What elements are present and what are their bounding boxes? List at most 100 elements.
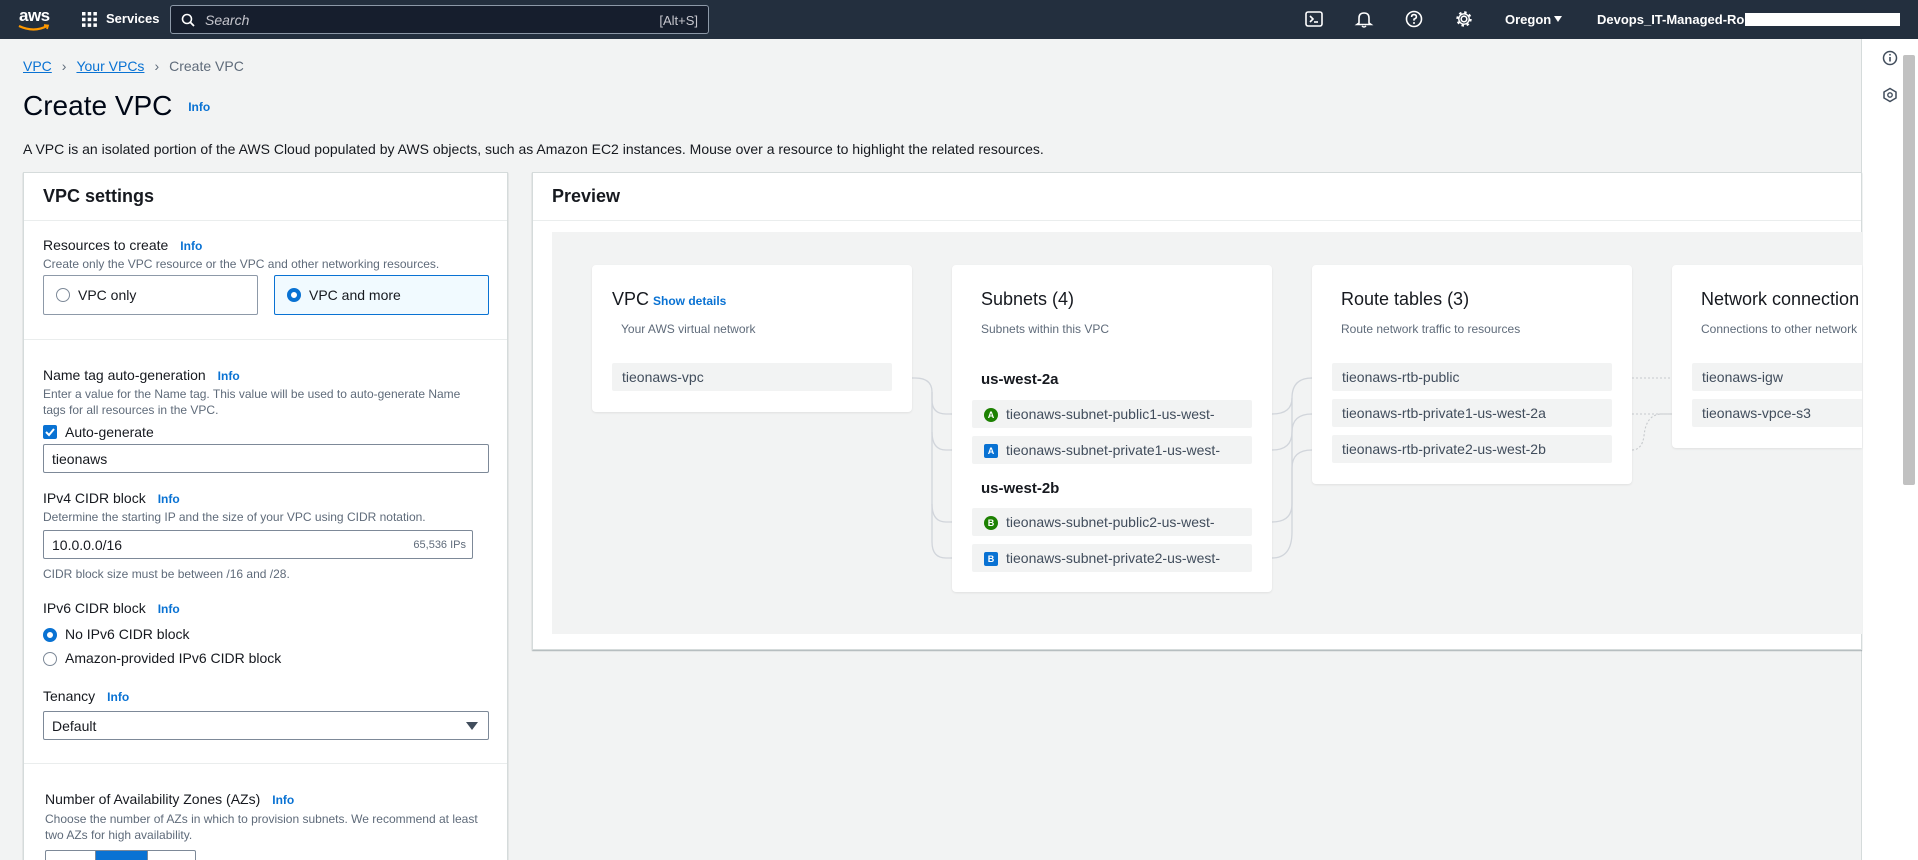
region-selector[interactable]: Oregon bbox=[1505, 11, 1565, 29]
ipv4-info-link[interactable]: Info bbox=[158, 492, 180, 506]
gear-icon[interactable] bbox=[1454, 9, 1474, 29]
az-heading: us-west-2a bbox=[981, 371, 1059, 388]
top-navigation: aws Services Search [Alt+S] Oregon Devop… bbox=[0, 0, 1918, 39]
route-table-item[interactable]: tieonaws-rtb-private1-us-west-2a bbox=[1332, 399, 1612, 427]
chevron-right-icon: › bbox=[154, 58, 160, 74]
subnet-badge: A bbox=[984, 408, 998, 422]
tenancy-value: Default bbox=[52, 718, 97, 734]
subnet-item[interactable]: Atieonaws-subnet-private1-us-west- bbox=[972, 436, 1252, 464]
breadcrumb-vpc[interactable]: VPC bbox=[23, 58, 52, 74]
azs-segment-3[interactable] bbox=[147, 851, 195, 860]
caret-down-icon bbox=[466, 722, 478, 730]
subnet-name: tieonaws-subnet-private2-us-west- bbox=[1006, 550, 1220, 566]
services-menu[interactable]: Services bbox=[82, 10, 160, 30]
show-details-link[interactable]: Show details bbox=[653, 294, 726, 308]
subnet-badge: A bbox=[984, 444, 998, 458]
vpc-card-subtitle: Your AWS virtual network bbox=[621, 322, 756, 336]
ipv6-label: IPv6 CIDR block bbox=[43, 600, 146, 616]
subnets-card: Subnets (4) Subnets within this VPC us-w… bbox=[952, 265, 1272, 592]
subnets-card-title: Subnets (4) bbox=[981, 289, 1075, 309]
name-tag-hint-2: tags for all resources in the VPC. bbox=[43, 403, 219, 417]
name-tag-input[interactable]: tieonaws bbox=[43, 444, 489, 473]
page-title-row: Create VPC Info bbox=[23, 90, 210, 122]
vpc-item[interactable]: tieonaws-vpc bbox=[612, 363, 892, 391]
route-tables-card-subtitle: Route network traffic to resources bbox=[1341, 322, 1521, 336]
vpc-card: VPC Show details Your AWS virtual networ… bbox=[592, 265, 912, 412]
services-label: Services bbox=[106, 11, 160, 26]
grid-icon bbox=[82, 12, 97, 27]
breadcrumb-your-vpcs[interactable]: Your VPCs bbox=[76, 58, 144, 74]
amazon-ipv6-label: Amazon-provided IPv6 CIDR block bbox=[65, 650, 282, 666]
network-item[interactable]: tieonaws-vpce-s3 bbox=[1692, 399, 1862, 427]
ipv4-cidr-input[interactable]: 10.0.0.0/16 65,536 IPs bbox=[43, 530, 473, 559]
ipv4-constraint: CIDR block size must be between /16 and … bbox=[43, 567, 290, 581]
ipv6-label-row: IPv6 CIDR block Info bbox=[43, 600, 180, 616]
search-input[interactable]: Search [Alt+S] bbox=[170, 5, 709, 34]
resources-info-link[interactable]: Info bbox=[180, 239, 202, 253]
azs-segmented-control bbox=[45, 850, 196, 860]
vpc-and-more-option[interactable]: VPC and more bbox=[274, 275, 489, 315]
network-card-subtitle: Connections to other network bbox=[1701, 322, 1858, 336]
redacted-account bbox=[1745, 13, 1900, 26]
page-title: Create VPC bbox=[23, 90, 173, 121]
route-table-item[interactable]: tieonaws-rtb-private2-us-west-2b bbox=[1332, 435, 1612, 463]
chevron-right-icon: › bbox=[61, 58, 67, 74]
tenancy-select[interactable]: Default bbox=[43, 711, 489, 740]
subnet-name: tieonaws-subnet-private1-us-west- bbox=[1006, 442, 1220, 458]
info-circle-icon[interactable] bbox=[1882, 50, 1898, 66]
search-shortcut: [Alt+S] bbox=[659, 13, 698, 28]
subnet-name: tieonaws-subnet-public1-us-west- bbox=[1006, 406, 1215, 422]
subnet-item[interactable]: Btieonaws-subnet-private2-us-west- bbox=[972, 544, 1252, 572]
cloudshell-icon[interactable] bbox=[1304, 9, 1324, 29]
subnet-name: tieonaws-subnet-public2-us-west- bbox=[1006, 514, 1215, 530]
network-item[interactable]: tieonaws-igw bbox=[1692, 363, 1862, 391]
bell-icon[interactable] bbox=[1354, 9, 1374, 29]
amazon-ipv6-radio[interactable] bbox=[43, 652, 57, 666]
breadcrumb: VPC › Your VPCs › Create VPC bbox=[23, 58, 244, 74]
ipv4-label: IPv4 CIDR block bbox=[43, 490, 146, 506]
azs-hint-2: two AZs for high availability. bbox=[45, 828, 193, 842]
vpc-and-more-radio[interactable] bbox=[287, 288, 301, 302]
tenancy-label: Tenancy bbox=[43, 688, 96, 704]
subnet-item[interactable]: Atieonaws-subnet-public1-us-west- bbox=[972, 400, 1252, 428]
subnet-item[interactable]: Btieonaws-subnet-public2-us-west- bbox=[972, 508, 1252, 536]
tenancy-info-link[interactable]: Info bbox=[107, 690, 129, 704]
page-scrollbar[interactable] bbox=[1903, 55, 1915, 485]
hexagon-icon[interactable] bbox=[1882, 87, 1898, 103]
name-tag-label: Name tag auto-generation bbox=[43, 367, 206, 383]
vpc-and-more-label: VPC and more bbox=[309, 287, 401, 303]
network-connections-card: Network connection Connections to other … bbox=[1672, 265, 1862, 448]
preview-canvas: VPC Show details Your AWS virtual networ… bbox=[552, 232, 1862, 634]
route-tables-card: Route tables (3) Route network traffic t… bbox=[1312, 265, 1632, 484]
ipv6-info-link[interactable]: Info bbox=[158, 602, 180, 616]
ipv4-ip-count: 65,536 IPs bbox=[413, 539, 466, 551]
resources-label: Resources to create bbox=[43, 237, 169, 253]
auto-generate-checkbox[interactable] bbox=[43, 425, 57, 439]
no-ipv6-radio[interactable] bbox=[43, 628, 57, 642]
vpc-only-radio[interactable] bbox=[56, 288, 70, 302]
azs-segment-1[interactable] bbox=[46, 851, 96, 860]
azs-label: Number of Availability Zones (AZs) bbox=[45, 791, 261, 807]
azs-hint-1: Choose the number of AZs in which to pro… bbox=[45, 812, 478, 826]
divider bbox=[24, 763, 507, 764]
auto-generate-label: Auto-generate bbox=[65, 424, 154, 440]
search-placeholder: Search bbox=[205, 12, 250, 28]
vpc-only-option[interactable]: VPC only bbox=[43, 275, 258, 315]
vpc-settings-title: VPC settings bbox=[43, 186, 155, 206]
aws-logo[interactable]: aws bbox=[17, 6, 51, 32]
subnet-badge: B bbox=[984, 516, 998, 530]
page-info-link[interactable]: Info bbox=[188, 100, 210, 114]
search-icon bbox=[181, 13, 195, 27]
subnets-card-subtitle: Subnets within this VPC bbox=[981, 322, 1110, 336]
azs-info-link[interactable]: Info bbox=[272, 793, 294, 807]
ipv4-label-row: IPv4 CIDR block Info bbox=[43, 490, 180, 506]
name-tag-info-link[interactable]: Info bbox=[218, 369, 240, 383]
azs-segment-2[interactable] bbox=[96, 851, 147, 860]
help-icon[interactable] bbox=[1404, 9, 1424, 29]
vpc-settings-panel: VPC settings Resources to create Info Cre… bbox=[23, 172, 508, 860]
account-menu[interactable]: Devops_IT-Managed-Role, bbox=[1597, 11, 1902, 29]
page-description: A VPC is an isolated portion of the AWS … bbox=[23, 141, 1044, 157]
account-label: Devops_IT-Managed-Role, bbox=[1597, 12, 1759, 27]
azs-label-row: Number of Availability Zones (AZs) Info bbox=[45, 791, 294, 807]
route-table-item[interactable]: tieonaws-rtb-public bbox=[1332, 363, 1612, 391]
